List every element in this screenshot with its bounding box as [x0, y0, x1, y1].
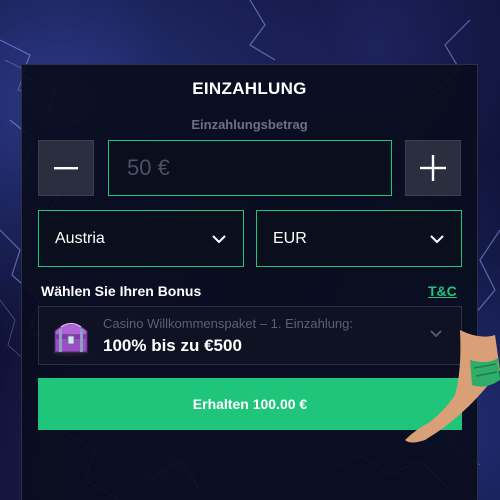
increase-amount-button[interactable]	[405, 140, 461, 196]
bonus-description: Casino Willkommenspaket – 1. Einzahlung:	[103, 316, 354, 331]
amount-input[interactable]	[108, 140, 392, 196]
terms-link[interactable]: T&C	[428, 283, 457, 299]
bonus-amount: 100% bis zu €500	[103, 336, 242, 355]
bonus-select[interactable]: Casino Willkommenspaket – 1. Einzahlung:…	[38, 306, 462, 365]
treasure-chest-icon	[53, 322, 89, 356]
minus-icon	[54, 167, 78, 170]
decrease-amount-button[interactable]	[38, 140, 94, 196]
chevron-down-icon	[212, 234, 226, 243]
country-select-value: Austria	[55, 229, 105, 247]
currency-select-value: EUR	[273, 229, 307, 247]
country-select[interactable]: Austria	[38, 210, 244, 267]
currency-select[interactable]: EUR	[256, 210, 462, 267]
decorative-hand	[405, 330, 500, 443]
chevron-down-icon	[430, 234, 444, 243]
submit-deposit-button[interactable]: Erhalten 100.00 €	[38, 378, 462, 430]
plus-icon	[420, 155, 446, 181]
amount-label: Einzahlungsbetrag	[191, 117, 308, 132]
bonus-label: Wählen Sie Ihren Bonus	[41, 283, 202, 299]
page-title: EINZAHLUNG	[192, 79, 307, 98]
